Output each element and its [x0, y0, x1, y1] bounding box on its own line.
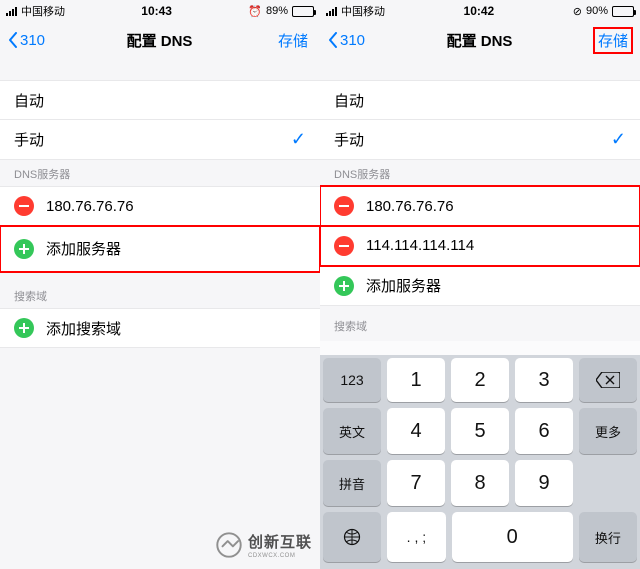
- key-5[interactable]: 5: [451, 408, 509, 454]
- page-title: 配置 DNS: [447, 30, 513, 51]
- alarm-icon: ⏰: [248, 5, 262, 18]
- keyboard: 123 1 2 3 英文 4 5 6 更多 拼音 7 8: [320, 355, 640, 569]
- add-icon[interactable]: [334, 276, 354, 296]
- key-backspace[interactable]: [579, 358, 637, 402]
- key-1[interactable]: 1: [387, 358, 445, 402]
- dns-value: 180.76.76.76: [46, 198, 134, 215]
- search-header: 搜索域: [0, 282, 320, 308]
- search-header: 搜索域: [320, 312, 640, 338]
- clock: 10:43: [141, 4, 172, 18]
- search-add-label: 添加搜索域: [46, 318, 121, 339]
- signal-icon: [326, 7, 337, 16]
- mode-manual-label: 手动: [14, 129, 44, 150]
- clock: 10:42: [464, 4, 495, 18]
- back-button[interactable]: 310: [8, 32, 45, 49]
- key-return[interactable]: 换行: [579, 512, 637, 562]
- dns-value: 180.76.76.76: [366, 198, 454, 215]
- dns-add-row[interactable]: 添加服务器: [0, 226, 320, 272]
- dns-row[interactable]: 114.114.114.114: [320, 226, 640, 266]
- globe-icon: [343, 528, 361, 546]
- save-button[interactable]: 存储: [274, 28, 312, 53]
- status-bar: 中国移动 10:42 ⊘ 90%: [320, 0, 640, 22]
- dns-add-label: 添加服务器: [46, 238, 121, 259]
- back-label: 310: [20, 32, 45, 49]
- mode-manual[interactable]: 手动 ✓: [0, 120, 320, 160]
- key-pinyin[interactable]: 拼音: [323, 460, 381, 506]
- add-icon[interactable]: [14, 318, 34, 338]
- delete-icon[interactable]: [14, 196, 34, 216]
- search-add-row[interactable]: 添加搜索域: [0, 308, 320, 348]
- dns-header: DNS服务器: [320, 160, 640, 186]
- brand-sub: CDXWCX.COM: [248, 553, 312, 559]
- status-bar: 中国移动 10:43 ⏰ 89%: [0, 0, 320, 22]
- page-title: 配置 DNS: [127, 30, 193, 51]
- mode-auto-label: 自动: [14, 90, 44, 111]
- dns-header: DNS服务器: [0, 160, 320, 186]
- key-globe[interactable]: [323, 512, 381, 562]
- delete-icon[interactable]: [334, 236, 354, 256]
- key-2[interactable]: 2: [451, 358, 509, 402]
- key-english[interactable]: 英文: [323, 408, 381, 454]
- mode-auto[interactable]: 自动: [320, 80, 640, 120]
- mode-manual[interactable]: 手动 ✓: [320, 120, 640, 160]
- add-icon[interactable]: [14, 239, 34, 259]
- battery-icon: [292, 6, 314, 17]
- brand-watermark: 创新互联 CDXWCX.COM: [216, 531, 312, 559]
- battery-percent: 89%: [266, 5, 288, 17]
- keyboard-fade: [320, 341, 640, 355]
- key-4[interactable]: 4: [387, 408, 445, 454]
- battery-icon: [612, 6, 634, 17]
- mode-auto[interactable]: 自动: [0, 80, 320, 120]
- dns-add-label: 添加服务器: [366, 275, 441, 296]
- check-icon: ✓: [611, 129, 626, 150]
- dns-value: 114.114.114.114: [366, 237, 474, 254]
- nav-bar: 310 配置 DNS 存储: [0, 22, 320, 58]
- carrier-label: 中国移动: [21, 3, 65, 19]
- key-7[interactable]: 7: [387, 460, 445, 506]
- key-3[interactable]: 3: [515, 358, 573, 402]
- backspace-icon: [596, 372, 620, 388]
- nav-bar: 310 配置 DNS 存储: [320, 22, 640, 58]
- dns-row[interactable]: 180.76.76.76: [320, 186, 640, 226]
- back-label: 310: [340, 32, 365, 49]
- key-8[interactable]: 8: [451, 460, 509, 506]
- battery-percent: 90%: [586, 5, 608, 17]
- mode-auto-label: 自动: [334, 90, 364, 111]
- carrier-label: 中国移动: [341, 3, 385, 19]
- dns-row[interactable]: 180.76.76.76: [0, 186, 320, 226]
- brand-logo-icon: [216, 532, 242, 558]
- key-0[interactable]: 0: [452, 512, 573, 562]
- delete-icon[interactable]: [334, 196, 354, 216]
- check-icon: ✓: [291, 129, 306, 150]
- key-9[interactable]: 9: [515, 460, 573, 506]
- orientation-lock-icon: ⊘: [573, 5, 582, 18]
- back-button[interactable]: 310: [328, 32, 365, 49]
- brand-name: 创新互联: [248, 534, 312, 551]
- mode-manual-label: 手动: [334, 129, 364, 150]
- key-more[interactable]: 更多: [579, 408, 637, 454]
- key-123[interactable]: 123: [323, 358, 381, 402]
- signal-icon: [6, 7, 17, 16]
- save-button[interactable]: 存储: [594, 28, 632, 53]
- key-6[interactable]: 6: [515, 408, 573, 454]
- dns-add-row[interactable]: 添加服务器: [320, 266, 640, 306]
- key-punct[interactable]: . , ;: [387, 512, 445, 562]
